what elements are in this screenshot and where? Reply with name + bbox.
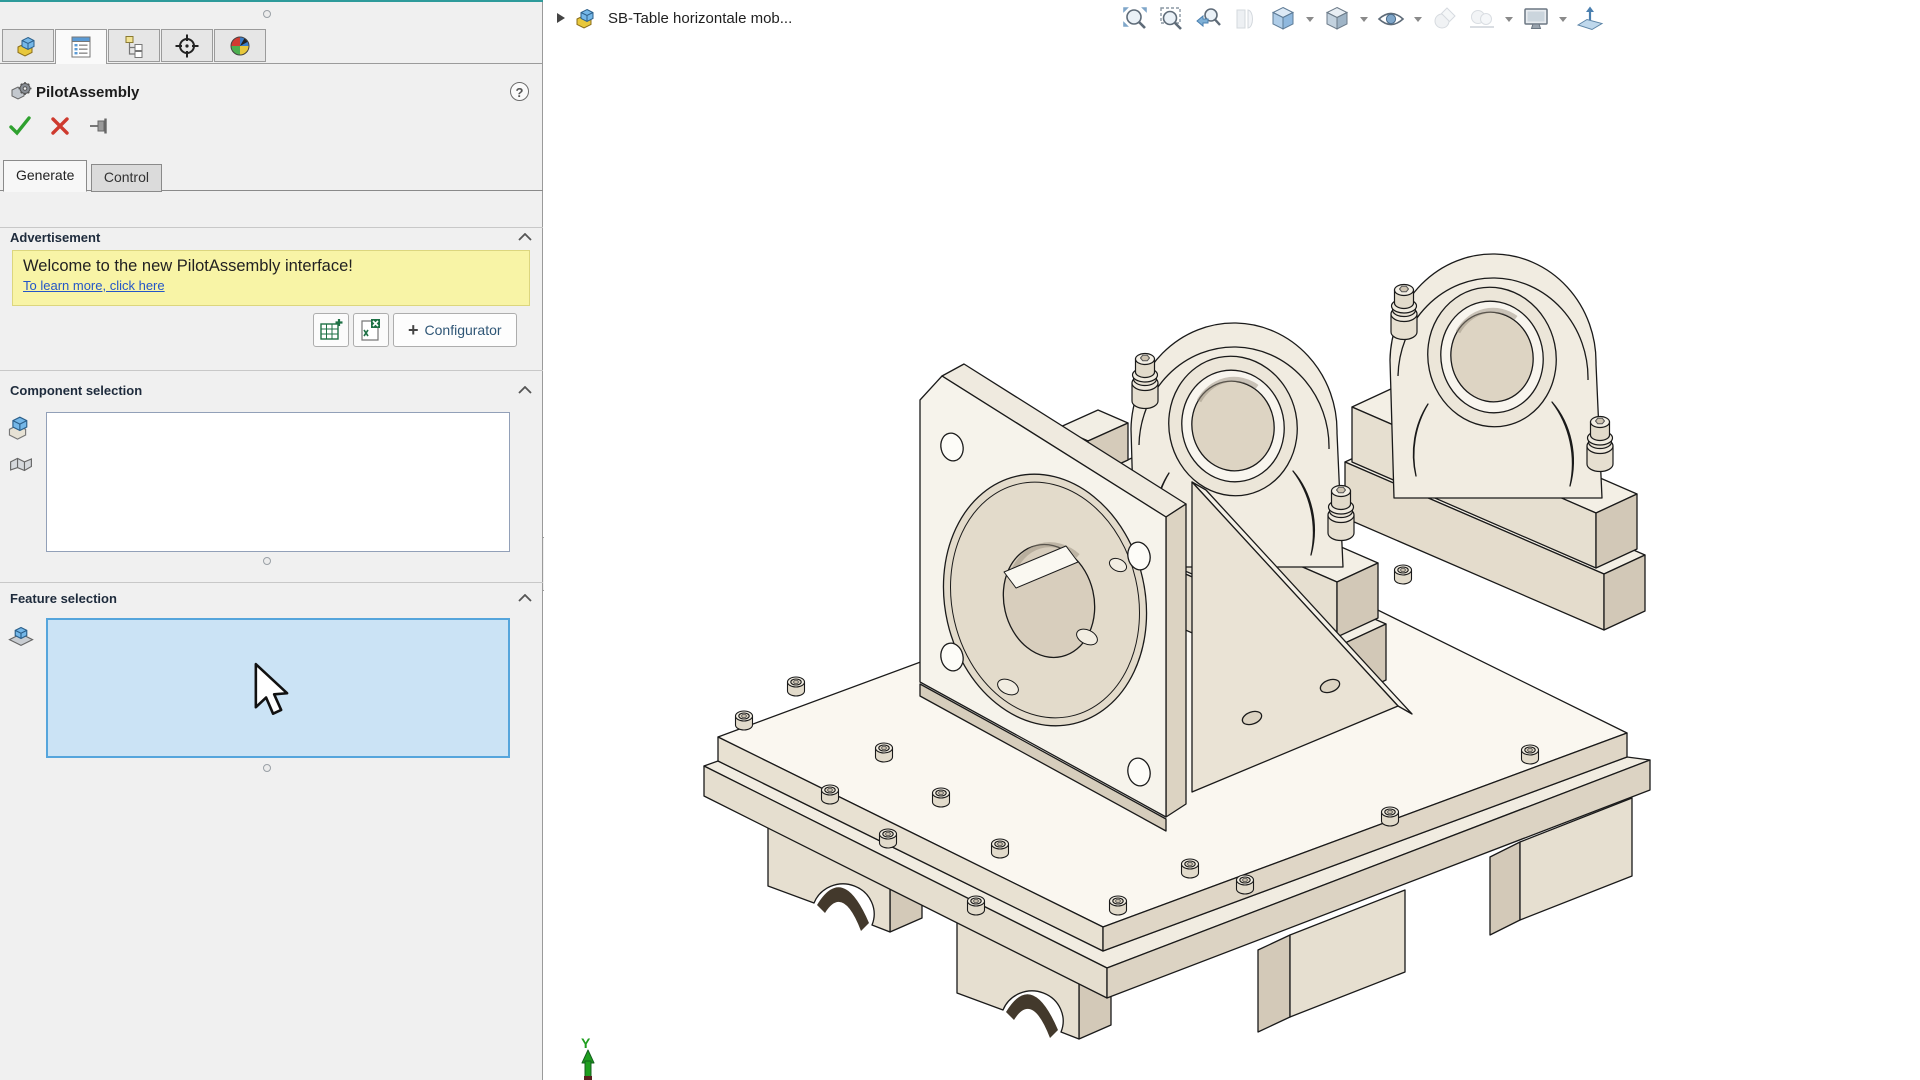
component-selection-listbox[interactable] [46, 412, 510, 552]
property-manager-panel: PilotAssembly ? Generate Control Adverti… [0, 0, 543, 1080]
window-accent-line [0, 0, 543, 2]
learn-more-link[interactable]: To learn more, click here [23, 278, 165, 293]
configurator-label: Configurator [425, 322, 502, 338]
tab-dimxpert-manager[interactable] [161, 29, 213, 62]
collapse-chevron-icon[interactable] [518, 386, 532, 394]
section-divider [0, 370, 543, 371]
tab-display-manager[interactable] [214, 29, 266, 62]
collapse-chevron-icon[interactable] [518, 233, 532, 241]
assembly-model[interactable] [704, 254, 1650, 1039]
part-selection-icon [6, 448, 36, 478]
macro-feature-icon [8, 80, 34, 106]
tab-generate[interactable]: Generate [3, 160, 87, 192]
tab-configuration-manager[interactable] [108, 29, 160, 62]
banner-message: Welcome to the new PilotAssembly interfa… [23, 257, 519, 276]
target-crosshair-icon [174, 33, 200, 59]
assembly-selection-icon [6, 412, 36, 442]
excel-file-icon [358, 317, 384, 343]
mouse-cursor [252, 662, 292, 718]
excel-import-button[interactable] [313, 313, 349, 347]
plus-icon: + [408, 321, 419, 339]
collapse-chevron-icon[interactable] [518, 594, 532, 602]
page-title: PilotAssembly [36, 84, 139, 101]
listbox-resize-handle[interactable] [263, 557, 271, 565]
property-manager-icon [68, 34, 94, 60]
display-sphere-icon [227, 33, 253, 59]
panel-top-resize-handle[interactable] [263, 10, 271, 18]
feature-selection-header: Feature selection [10, 591, 117, 606]
section-divider [0, 227, 543, 228]
pin-icon[interactable] [88, 114, 112, 138]
feature-selection-icon [6, 620, 36, 650]
tab-feature-manager[interactable] [2, 29, 54, 62]
cancel-button[interactable] [48, 114, 72, 138]
model-viewport[interactable]: Y [544, 0, 1920, 1080]
help-icon[interactable]: ? [510, 82, 529, 101]
excel-export-button[interactable] [353, 313, 389, 347]
pillow-block-bearing[interactable] [1345, 254, 1645, 630]
origin-triad: Y [581, 1035, 594, 1080]
configuration-tree-icon [121, 33, 147, 59]
tab-control[interactable]: Control [91, 164, 162, 192]
listbox-resize-handle[interactable] [263, 764, 271, 772]
assembly-tree-icon [15, 33, 41, 59]
excel-table-icon [318, 317, 344, 343]
advertisement-header: Advertisement [10, 230, 100, 245]
advertisement-banner: Welcome to the new PilotAssembly interfa… [12, 250, 530, 306]
component-selection-header: Component selection [10, 383, 142, 398]
triad-y-label: Y [581, 1035, 591, 1051]
section-divider [0, 582, 543, 583]
configurator-button[interactable]: + Configurator [393, 313, 517, 347]
page-tab-bar: Generate Control [3, 160, 162, 192]
graphics-area[interactable]: SB-Table horizontale mob... [544, 0, 1920, 1080]
ok-button[interactable] [8, 114, 32, 138]
tab-property-manager[interactable] [55, 29, 107, 64]
manager-tab-bar [2, 29, 267, 64]
pm-actions [8, 114, 112, 138]
